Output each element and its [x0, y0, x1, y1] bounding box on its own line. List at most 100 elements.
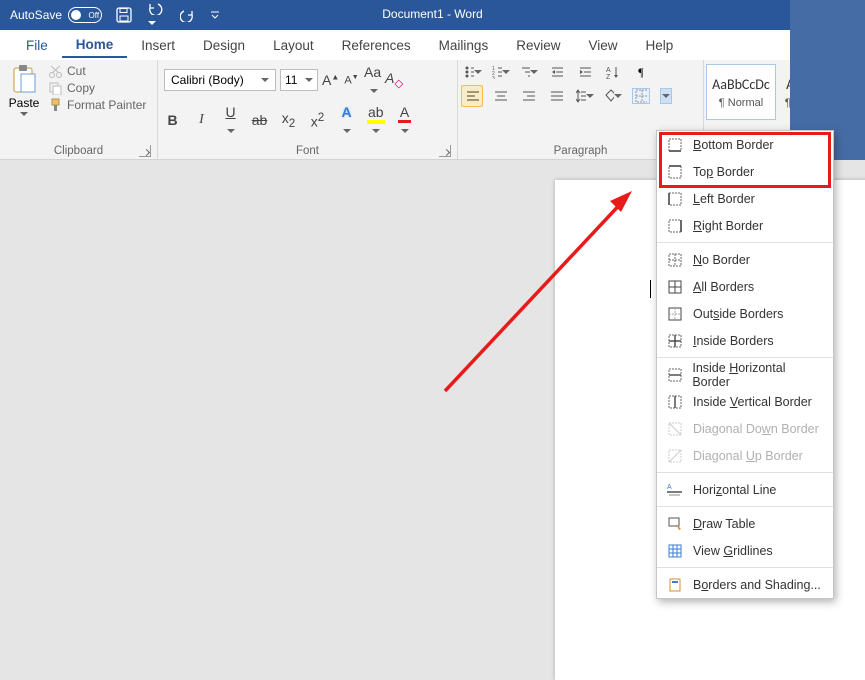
tab-home[interactable]: Home [62, 33, 128, 58]
line-spacing-button[interactable] [576, 88, 594, 104]
menu-inside-borders[interactable]: Inside Borders [657, 327, 833, 354]
menu-diag-up-border: Diagonal Up Border [657, 442, 833, 469]
menu-horizontal-line[interactable]: A Horizontal Line [657, 476, 833, 503]
inside-h-border-icon [667, 367, 682, 383]
autosave-toggle[interactable]: Off [68, 7, 102, 23]
borders-shading-icon [667, 577, 683, 593]
clipboard-icon [11, 64, 37, 94]
menu-all-borders[interactable]: All Borders [657, 273, 833, 300]
draw-table-icon [667, 516, 683, 532]
menu-label: Draw Table [693, 517, 755, 531]
menu-label: Borders and Shading... [693, 578, 821, 592]
change-case-button[interactable]: Aa [364, 64, 381, 96]
align-right-button[interactable] [520, 88, 538, 104]
menu-label: Inside Horizontal Border [692, 361, 821, 389]
menu-bottom-border[interactable]: Bottom Border [657, 131, 833, 158]
subscript-button[interactable]: x2 [280, 110, 297, 130]
menu-label: View Gridlines [693, 544, 773, 558]
italic-button[interactable]: I [193, 112, 210, 128]
svg-text:3: 3 [492, 76, 495, 79]
menu-draw-table[interactable]: Draw Table [657, 510, 833, 537]
shrink-font-button[interactable]: A▼ [343, 74, 360, 87]
sort-button[interactable]: AZ [604, 64, 622, 80]
menu-inside-h-border[interactable]: Inside Horizontal Border [657, 361, 833, 388]
scissors-icon [48, 64, 62, 78]
qat-more-icon[interactable] [210, 10, 220, 20]
menu-outside-borders[interactable]: Outside Borders [657, 300, 833, 327]
borders-button[interactable] [632, 88, 650, 104]
font-name-combo[interactable]: Calibri (Body) [164, 69, 276, 91]
format-painter-button[interactable]: Format Painter [48, 98, 146, 112]
menu-right-border[interactable]: Right Border [657, 212, 833, 239]
bottom-border-icon [667, 137, 683, 153]
copy-icon [48, 81, 62, 95]
menu-view-gridlines[interactable]: View Gridlines [657, 537, 833, 564]
save-icon[interactable] [116, 7, 132, 23]
show-marks-button[interactable]: ¶ [632, 64, 650, 80]
svg-text:A: A [606, 67, 611, 74]
chevron-down-icon [20, 112, 28, 116]
dialog-launcher-icon[interactable] [139, 145, 151, 157]
tab-design[interactable]: Design [189, 34, 259, 57]
copy-button[interactable]: Copy [48, 81, 146, 95]
tab-references[interactable]: References [328, 34, 425, 57]
menu-left-border[interactable]: Left Border [657, 185, 833, 212]
bold-button[interactable]: B [164, 112, 181, 128]
borders-dropdown-button[interactable] [660, 88, 672, 104]
menu-no-border[interactable]: No Border [657, 246, 833, 273]
all-borders-icon [667, 279, 683, 295]
top-border-icon [667, 164, 683, 180]
increase-indent-button[interactable] [576, 64, 594, 80]
tab-review[interactable]: Review [502, 34, 574, 57]
paste-label: Paste [9, 96, 40, 110]
tab-file[interactable]: File [12, 34, 62, 57]
menu-label: No Border [693, 253, 750, 267]
strikethrough-button[interactable]: ab [251, 112, 268, 128]
outside-borders-icon [667, 306, 683, 322]
titlebar: AutoSave Off Document1 - Word Search [0, 0, 865, 30]
bullets-button[interactable] [464, 64, 482, 80]
menu-diag-down-border: Diagonal Down Border [657, 415, 833, 442]
underline-button[interactable]: U [222, 104, 239, 136]
style-normal[interactable]: AaBbCcDc ¶ Normal [706, 64, 776, 120]
menu-label: Top Border [693, 165, 754, 179]
menu-label: Bottom Border [693, 138, 774, 152]
svg-text:Z: Z [606, 74, 611, 79]
style-normal-label: ¶ Normal [719, 97, 763, 109]
tab-view[interactable]: View [574, 34, 631, 57]
paste-button[interactable]: Paste [6, 64, 42, 116]
undo-icon[interactable] [146, 1, 166, 29]
menu-label: Outside Borders [693, 307, 783, 321]
borders-menu: Bottom Border Top Border Left Border Rig… [656, 130, 834, 599]
multilevel-button[interactable] [520, 64, 538, 80]
redo-icon[interactable] [180, 8, 196, 22]
tab-help[interactable]: Help [632, 34, 688, 57]
grow-font-button[interactable]: A▲ [322, 72, 339, 88]
font-color-button[interactable]: A [396, 104, 413, 136]
autosave-label: AutoSave [10, 8, 62, 22]
shading-button[interactable] [604, 88, 622, 104]
menubar: File Home Insert Design Layout Reference… [0, 30, 865, 60]
align-center-button[interactable] [492, 88, 510, 104]
clear-formatting-button[interactable]: A◇ [385, 70, 402, 90]
dialog-launcher-icon[interactable] [439, 145, 451, 157]
numbering-button[interactable]: 123 [492, 64, 510, 80]
tab-insert[interactable]: Insert [127, 34, 189, 57]
font-size-combo[interactable]: 11 [280, 69, 318, 91]
diag-down-icon [667, 421, 683, 437]
menu-label: Inside Vertical Border [693, 395, 812, 409]
highlight-button[interactable]: ab [367, 104, 384, 136]
text-effects-button[interactable]: A [338, 104, 355, 136]
justify-button[interactable] [548, 88, 566, 104]
menu-borders-shading[interactable]: Borders and Shading... [657, 571, 833, 598]
tab-mailings[interactable]: Mailings [425, 34, 503, 57]
menu-label: Diagonal Down Border [693, 422, 819, 436]
menu-inside-v-border[interactable]: Inside Vertical Border [657, 388, 833, 415]
no-border-icon [667, 252, 683, 268]
decrease-indent-button[interactable] [548, 64, 566, 80]
cut-button[interactable]: Cut [48, 64, 146, 78]
text-cursor [650, 280, 651, 298]
superscript-button[interactable]: x2 [309, 111, 326, 130]
menu-top-border[interactable]: Top Border [657, 158, 833, 185]
tab-layout[interactable]: Layout [259, 34, 328, 57]
